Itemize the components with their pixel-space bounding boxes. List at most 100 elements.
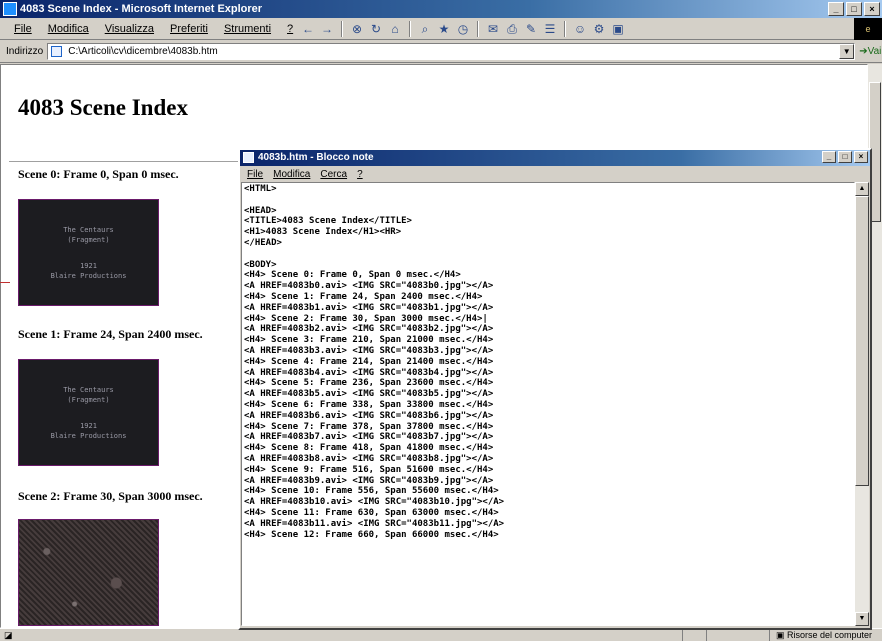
source-line: <A HREF=4083b5.avi> <IMG SRC="4083b5.jpg… — [244, 389, 494, 400]
forward-icon[interactable]: → — [319, 21, 335, 37]
scroll-up-icon[interactable]: ▲ — [855, 182, 869, 196]
source-line: <H4> Scene 3: Frame 210, Span 21000 msec… — [244, 335, 494, 346]
thumb-text: 1921 — [80, 421, 97, 430]
source-line: <H4> Scene 4: Frame 214, Span 21400 msec… — [244, 356, 494, 367]
ie-title-bar[interactable]: 4083 Scene Index - Microsoft Internet Ex… — [0, 0, 882, 18]
ie-app-icon — [3, 2, 17, 16]
page-icon — [51, 46, 63, 57]
source-line: <H4> Scene 5: Frame 236, Span 23600 msec… — [244, 378, 494, 389]
thumb-text: Blaire Productions — [50, 431, 127, 440]
scene-heading-1: Scene 1: Frame 24, Span 2400 msec. — [18, 327, 203, 341]
mail-icon[interactable]: ✉ — [485, 21, 501, 37]
messenger-icon[interactable]: ☺ — [572, 21, 588, 37]
address-input[interactable]: C:\Articoli\cv\dicembre\4083b.htm ▼ — [47, 43, 856, 60]
source-line: <A HREF=4083b9.avi> <IMG SRC="4083b9.jpg… — [244, 475, 494, 486]
menu-preferiti[interactable]: Preferiti — [162, 23, 216, 35]
source-line: <A HREF=4083b0.avi> <IMG SRC="4083b0.jpg… — [244, 281, 494, 292]
source-line: <H4> Scene 6: Frame 338, Span 33800 msec… — [244, 399, 494, 410]
thumb-text: Blaire Productions — [50, 271, 127, 280]
source-line: <TITLE>4083 Scene Index</TITLE> — [244, 216, 412, 227]
scroll-down-icon[interactable]: ▼ — [855, 612, 869, 626]
toolbar-separator — [564, 21, 566, 37]
minimize-icon[interactable]: _ — [822, 151, 836, 163]
thumb-text: The Centaurs — [63, 225, 114, 234]
menu-strumenti[interactable]: Strumenti — [216, 23, 279, 35]
address-value: C:\Articoli\cv\dicembre\4083b.htm — [68, 46, 218, 57]
source-line: <H1>4083 Scene Index</H1><HR> — [244, 227, 402, 238]
scroll-thumb[interactable] — [855, 196, 869, 486]
status-zone: ▣ Risorse del computer — [768, 629, 878, 641]
notepad-vertical-scrollbar[interactable]: ▲ ▼ — [855, 182, 869, 626]
back-icon[interactable]: ← — [300, 21, 316, 37]
source-line: <BODY> — [244, 259, 277, 270]
edit-icon[interactable]: ✎ — [523, 21, 539, 37]
np-menu-file[interactable]: File — [242, 169, 268, 180]
thumb-text: (Fragment) — [67, 235, 110, 244]
minimize-icon[interactable]: _ — [828, 2, 844, 16]
status-panel — [682, 629, 704, 641]
source-line: <A HREF=4083b6.avi> <IMG SRC="4083b6.jpg… — [244, 410, 494, 421]
source-line: <A HREF=4083b11.avi> <IMG SRC="4083b11.j… — [244, 518, 505, 529]
np-menu-help[interactable]: ? — [352, 169, 368, 180]
scene-thumbnail-2[interactable] — [18, 519, 159, 626]
go-button[interactable]: ➔Vai — [859, 46, 881, 57]
print-icon[interactable]: ⎙ — [504, 21, 520, 37]
source-line: <H4> Scene 9: Frame 516, Span 51600 msec… — [244, 464, 494, 475]
discuss-icon[interactable]: ☰ — [542, 21, 558, 37]
scene-thumbnail-0[interactable]: The Centaurs (Fragment) 1921 Blaire Prod… — [18, 199, 159, 306]
source-line: <A HREF=4083b4.avi> <IMG SRC="4083b4.jpg… — [244, 367, 494, 378]
thumb-text: (Fragment) — [67, 395, 110, 404]
source-line: <H4> Scene 8: Frame 418, Span 41800 msec… — [244, 443, 494, 454]
toolbar-separator — [477, 21, 479, 37]
source-line: <HEAD> — [244, 205, 277, 216]
source-line: <A HREF=4083b2.avi> <IMG SRC="4083b2.jpg… — [244, 324, 494, 335]
notepad-icon — [243, 152, 254, 163]
source-line: <A HREF=4083b7.avi> <IMG SRC="4083b7.jpg… — [244, 432, 494, 443]
scene-heading-0: Scene 0: Frame 0, Span 0 msec. — [18, 167, 179, 181]
source-line: <A HREF=4083b1.avi> <IMG SRC="4083b1.jpg… — [244, 302, 494, 313]
source-line: <A HREF=4083b3.avi> <IMG SRC="4083b3.jpg… — [244, 345, 494, 356]
page-marker — [0, 282, 10, 283]
close-icon[interactable]: × — [864, 2, 880, 16]
thumb-text: 1921 — [80, 261, 97, 270]
toolbar-separator — [341, 21, 343, 37]
home-icon[interactable]: ⌂ — [387, 21, 403, 37]
menu-visualizza[interactable]: Visualizza — [97, 23, 162, 35]
menu-modifica[interactable]: Modifica — [40, 23, 97, 35]
source-line: <A HREF=4083b8.avi> <IMG SRC="4083b8.jpg… — [244, 453, 494, 464]
status-panel — [706, 629, 728, 641]
status-page-icon: ◪ — [4, 630, 13, 640]
notepad-title-bar[interactable]: 4083b.htm - Blocco note _ □ × — [240, 150, 870, 166]
source-line: <H4> Scene 0: Frame 0, Span 0 msec.</H4> — [244, 270, 461, 281]
np-menu-modifica[interactable]: Modifica — [268, 169, 315, 180]
refresh-icon[interactable]: ↻ — [368, 21, 384, 37]
notepad-menu-bar: File Modifica Cerca ? — [240, 166, 870, 182]
history-icon[interactable]: ◷ — [455, 21, 471, 37]
source-line: <H4> Scene 12: Frame 660, Span 66000 mse… — [244, 529, 499, 540]
tools-icon[interactable]: ⚙ — [591, 21, 607, 37]
chevron-down-icon[interactable]: ▼ — [839, 44, 855, 59]
notepad-window[interactable]: 4083b.htm - Blocco note _ □ × File Modif… — [238, 148, 872, 630]
menu-file[interactable]: File — [6, 23, 40, 35]
source-line: </HEAD> — [244, 237, 282, 248]
np-menu-cerca[interactable]: Cerca — [315, 169, 352, 180]
notepad-window-title: 4083b.htm - Blocco note — [258, 152, 374, 163]
source-line: <A HREF=4083b10.avi> <IMG SRC="4083b10.j… — [244, 497, 505, 508]
notepad-text-area[interactable]: <HTML> <HEAD> <TITLE>4083 Scene Index</TI… — [241, 182, 855, 626]
ie-address-bar: Indirizzo C:\Articoli\cv\dicembre\4083b.… — [0, 41, 882, 63]
source-line: <H4> Scene 7: Frame 378, Span 37800 msec… — [244, 421, 494, 432]
research-icon[interactable]: ▣ — [610, 21, 626, 37]
toolbar-separator — [409, 21, 411, 37]
maximize-icon[interactable]: □ — [838, 151, 852, 163]
maximize-icon[interactable]: □ — [846, 2, 862, 16]
menu-help[interactable]: ? — [279, 23, 301, 35]
source-line: <H4> Scene 1: Frame 24, Span 2400 msec.<… — [244, 291, 483, 302]
favorites-icon[interactable]: ★ — [436, 21, 452, 37]
search-icon[interactable]: ⌕ — [417, 21, 433, 37]
source-line: <HTML> — [244, 184, 277, 194]
address-label: Indirizzo — [6, 46, 44, 57]
stop-icon[interactable]: ⊗ — [349, 21, 365, 37]
close-icon[interactable]: × — [854, 151, 868, 163]
ie-throbber-logo: e — [854, 18, 882, 40]
scene-thumbnail-1[interactable]: The Centaurs (Fragment) 1921 Blaire Prod… — [18, 359, 159, 466]
